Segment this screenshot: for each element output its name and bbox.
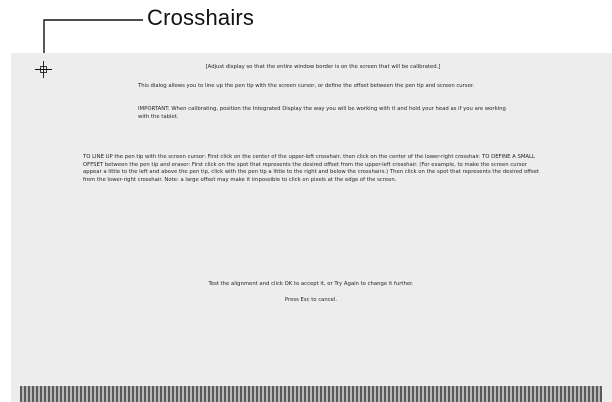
crosshairs-callout-label: Crosshairs [147,5,255,30]
adjust-display-note: [Adjust display so that the entire windo… [205,64,441,70]
dialog-intro-text: This dialog allows you to line up the pe… [138,83,475,89]
calibration-dialog: [Adjust display so that the entire windo… [11,53,612,402]
window-border-strip [20,386,602,402]
esc-cancel-prompt: Press Esc to cancel. [284,297,338,303]
important-note: IMPORTANT: When calibrating, position th… [138,106,506,120]
upper-left-crosshair-icon[interactable] [35,61,52,78]
calibration-instructions: TO LINE UP the pen tip with the screen c… [83,154,539,183]
test-alignment-prompt: Test the alignment and click OK to accep… [208,281,414,287]
